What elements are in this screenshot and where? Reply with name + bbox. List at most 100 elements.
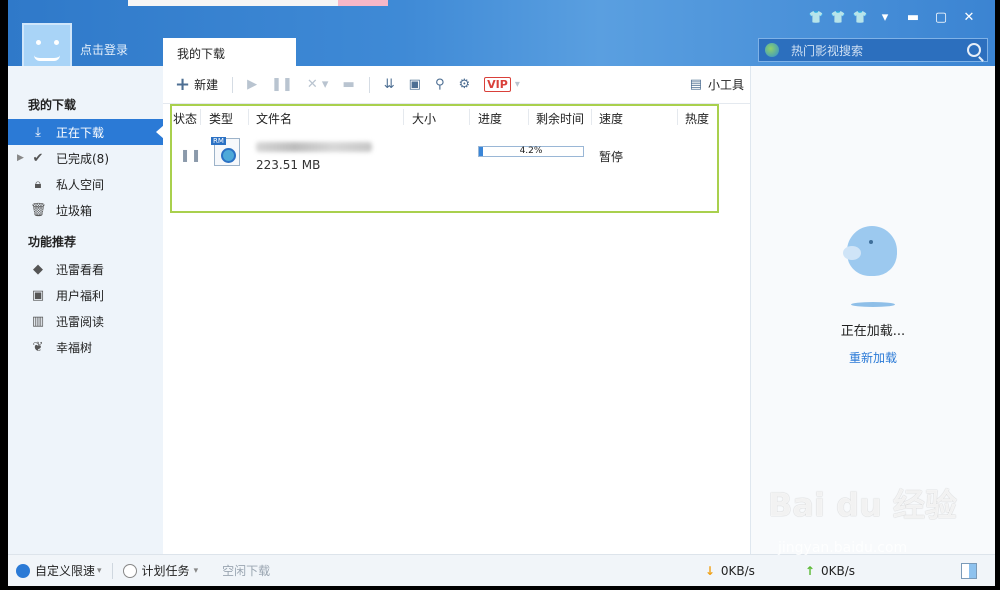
play-icon[interactable]: ▶ — [247, 77, 257, 92]
plus-icon: + — [175, 74, 191, 95]
single-task-icon[interactable]: ▣ — [409, 77, 421, 92]
sidebar-item-label: 私人空间 — [56, 177, 105, 192]
sidebar-item-downloading[interactable]: ⤓ 正在下载 — [8, 119, 164, 145]
sidebar-item-label: 用户福利 — [56, 288, 105, 303]
window-controls: 👕 👕 👕 ▾ ▬ ▢ ✕ — [805, 10, 983, 25]
reload-link[interactable]: 重新加载 — [751, 349, 995, 366]
progress-bar: 4.2% — [478, 146, 584, 157]
column-header[interactable]: 状态 — [173, 110, 197, 127]
chevron-down-icon: ▾ — [193, 565, 199, 576]
table-header: 状态 类型 文件名 大小 进度 剩余时间 速度 热度 — [172, 106, 717, 128]
tools-label: 小工具 — [707, 78, 744, 92]
file-name-redacted — [256, 142, 372, 152]
tab-my-downloads[interactable]: 我的下载 — [163, 38, 296, 68]
search-icon[interactable] — [967, 43, 981, 57]
sort-icon[interactable]: ⇊ — [384, 77, 395, 92]
gift-icon: ▣ — [31, 287, 45, 303]
table-row[interactable]: ❚❚ RM 223.51 MB 4.2% 暂停 — [172, 130, 717, 174]
search-box[interactable]: 热门影视搜索 — [758, 38, 988, 62]
loading-text: 正在加载... — [840, 324, 906, 339]
mascot-bird-icon — [843, 218, 899, 278]
login-link[interactable]: 点击登录 — [80, 41, 128, 58]
sidebar-item-label: 迅雷看看 — [56, 262, 105, 277]
toolbox-icon: ▤ — [689, 77, 702, 92]
speed-limit-button[interactable]: 自定义限速 ▾ — [16, 562, 102, 579]
sidebar-item-welfare[interactable]: ▣ 用户福利 — [8, 282, 163, 308]
settings-icon[interactable]: ⚙ — [459, 77, 471, 92]
sidebar-item-reading[interactable]: ▥ 迅雷阅读 — [8, 308, 163, 334]
pause-icon[interactable]: ❚❚ — [271, 77, 293, 92]
status-bar: 自定义限速 ▾ 计划任务 ▾ 空闲下载 ↓ 0KB/s ↑ 0KB/s — [8, 554, 995, 586]
pause-icon[interactable]: ❚❚ — [180, 148, 202, 162]
sidebar-item-label: 迅雷阅读 — [56, 314, 105, 329]
video-file-icon: RM — [211, 137, 240, 166]
idle-download-button[interactable]: 空闲下载 — [222, 562, 270, 579]
mascot-shadow — [851, 302, 895, 307]
sidebar-item-happy-tree[interactable]: ❦ 幸福树 — [8, 334, 163, 360]
maximize-icon[interactable]: ▢ — [927, 10, 955, 25]
clock-icon — [122, 563, 137, 578]
shirt-icon[interactable]: 👕 — [827, 10, 849, 25]
folder-icon[interactable]: ▬ — [342, 77, 354, 92]
tools-button[interactable]: ▤ 小工具 — [690, 76, 744, 93]
new-task-button[interactable]: + 新建 — [175, 74, 218, 95]
upload-arrow-icon: ↑ — [804, 563, 815, 578]
sidebar: 我的下载 ⤓ 正在下载 ▶ ✔ 已完成(8) 🔒︎ 私人空间 🗑︎ 垃圾箱 功能… — [8, 66, 164, 554]
search-input[interactable]: 热门影视搜索 — [791, 42, 967, 59]
close-icon[interactable]: ✕ — [955, 10, 983, 25]
column-divider — [528, 109, 529, 125]
film-reel-icon — [221, 148, 236, 163]
file-type-tag: RM — [211, 137, 226, 145]
baidu-watermark-url: jingyan.baidu.com — [778, 540, 908, 556]
lock-icon: 🔒︎ — [34, 176, 42, 192]
column-header[interactable]: 文件名 — [256, 110, 292, 127]
sidebar-item-kankan[interactable]: ◆ 迅雷看看 — [8, 256, 163, 282]
column-divider — [591, 109, 592, 125]
leaf-icon: ❦ — [32, 339, 44, 355]
chevron-down-icon: ▾ — [97, 565, 102, 576]
trash-icon: 🗑︎ — [30, 202, 47, 218]
delete-icon[interactable]: ✕ ▾ — [307, 77, 329, 92]
column-divider — [677, 109, 678, 125]
column-header[interactable]: 类型 — [209, 110, 233, 127]
file-size: 223.51 MB — [256, 158, 321, 172]
menu-icon[interactable]: ▾ — [871, 10, 899, 25]
sidebar-item-completed[interactable]: ▶ ✔ 已完成(8) — [8, 145, 163, 171]
avatar-eye — [36, 40, 41, 45]
download-speed-value: 0KB/s — [720, 563, 755, 578]
progress-text: 4.2% — [519, 146, 543, 156]
vip-button[interactable]: VIP ▾ — [484, 77, 520, 92]
column-header[interactable]: 速度 — [599, 110, 623, 127]
panel-toggle-icon[interactable] — [961, 562, 977, 579]
schedule-button[interactable]: 计划任务 ▾ — [122, 562, 199, 579]
sidebar-item-label: 幸福树 — [56, 340, 93, 355]
shirt-icon[interactable]: 👕 — [805, 10, 827, 25]
download-icon: ⤓ — [35, 124, 41, 140]
sidebar-item-trash[interactable]: 🗑︎ 垃圾箱 — [8, 197, 163, 223]
status-divider — [111, 562, 113, 579]
status-text: 暂停 — [599, 150, 624, 164]
search-icon[interactable]: ⚲ — [435, 77, 445, 92]
toolbar: + 新建 ▶ ❚❚ ✕ ▾ ▬ ⇊ ▣ ⚲ ⚙ VIP ▾ ▤ 小工具 — [163, 66, 750, 104]
new-task-label: 新建 — [194, 78, 219, 92]
download-panel: + 新建 ▶ ❚❚ ✕ ▾ ▬ ⇊ ▣ ⚲ ⚙ VIP ▾ ▤ 小工具 状态 类… — [163, 66, 751, 554]
column-divider — [469, 109, 470, 125]
sidebar-group-title: 我的下载 — [28, 98, 77, 112]
column-header[interactable]: 剩余时间 — [536, 110, 584, 127]
minimize-icon[interactable]: ▬ — [899, 10, 927, 25]
sidebar-item-label: 已完成(8) — [56, 151, 109, 166]
upload-speed: ↑ 0KB/s — [805, 564, 855, 578]
upload-speed-value: 0KB/s — [820, 563, 855, 578]
column-header[interactable]: 热度 — [685, 110, 709, 127]
download-list: 状态 类型 文件名 大小 进度 剩余时间 速度 热度 ❚❚ RM 223.51 … — [170, 104, 719, 213]
schedule-label: 计划任务 — [141, 564, 190, 578]
column-header[interactable]: 大小 — [412, 110, 436, 127]
shirt-icon[interactable]: 👕 — [849, 10, 871, 25]
expand-arrow-icon[interactable]: ▶ — [17, 153, 24, 163]
sidebar-item-private[interactable]: 🔒︎ 私人空间 — [8, 171, 163, 197]
column-divider — [403, 109, 404, 125]
toolbar-divider — [368, 76, 370, 93]
column-header[interactable]: 进度 — [478, 110, 502, 127]
sidebar-item-label: 垃圾箱 — [56, 203, 93, 218]
toolbar-divider — [232, 76, 234, 93]
